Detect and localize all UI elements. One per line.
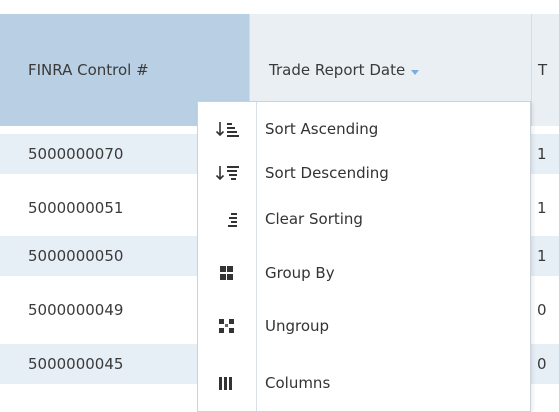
menu-item-label: Ungroup — [265, 317, 330, 335]
cell-third: 0 — [537, 355, 547, 373]
menu-item-sort-ascending[interactable]: Sort Ascending — [198, 109, 530, 149]
columns-icon — [212, 371, 242, 395]
cell-third: 1 — [537, 145, 547, 163]
menu-item-ungroup[interactable]: Ungroup — [198, 306, 530, 346]
group-by-icon — [212, 261, 242, 285]
cell-finra-control: 5000000050 — [28, 247, 124, 265]
column-context-menu: Sort Ascending Sort Descending Clear Sor… — [197, 101, 531, 412]
menu-item-sort-descending[interactable]: Sort Descending — [198, 153, 530, 193]
ungroup-icon — [212, 314, 242, 338]
menu-item-label: Sort Ascending — [265, 120, 379, 138]
column-menu-arrow-icon[interactable] — [411, 69, 420, 75]
cell-third: 1 — [537, 247, 547, 265]
menu-item-clear-sorting[interactable]: Clear Sorting — [198, 199, 530, 239]
clear-sorting-icon — [212, 207, 242, 231]
column-header-third[interactable]: T — [531, 14, 559, 126]
menu-item-columns[interactable]: Columns — [198, 363, 530, 403]
menu-item-group-by[interactable]: Group By — [198, 253, 530, 293]
column-header-label: Trade Report Date — [269, 61, 406, 79]
menu-item-label: Sort Descending — [265, 164, 389, 182]
sort-descending-icon — [212, 161, 242, 185]
cell-finra-control: 5000000049 — [28, 301, 124, 319]
menu-item-label: Columns — [265, 374, 331, 392]
cell-finra-control: 5000000051 — [28, 199, 124, 217]
column-header-label: T — [538, 61, 548, 79]
sort-ascending-icon — [212, 117, 242, 141]
cell-finra-control: 5000000070 — [28, 145, 124, 163]
cell-third: 1 — [537, 199, 547, 217]
column-header-label: FINRA Control # — [28, 61, 149, 79]
menu-item-label: Clear Sorting — [265, 210, 363, 228]
cell-finra-control: 5000000045 — [28, 355, 124, 373]
cell-third: 0 — [537, 301, 547, 319]
menu-item-label: Group By — [265, 264, 335, 282]
